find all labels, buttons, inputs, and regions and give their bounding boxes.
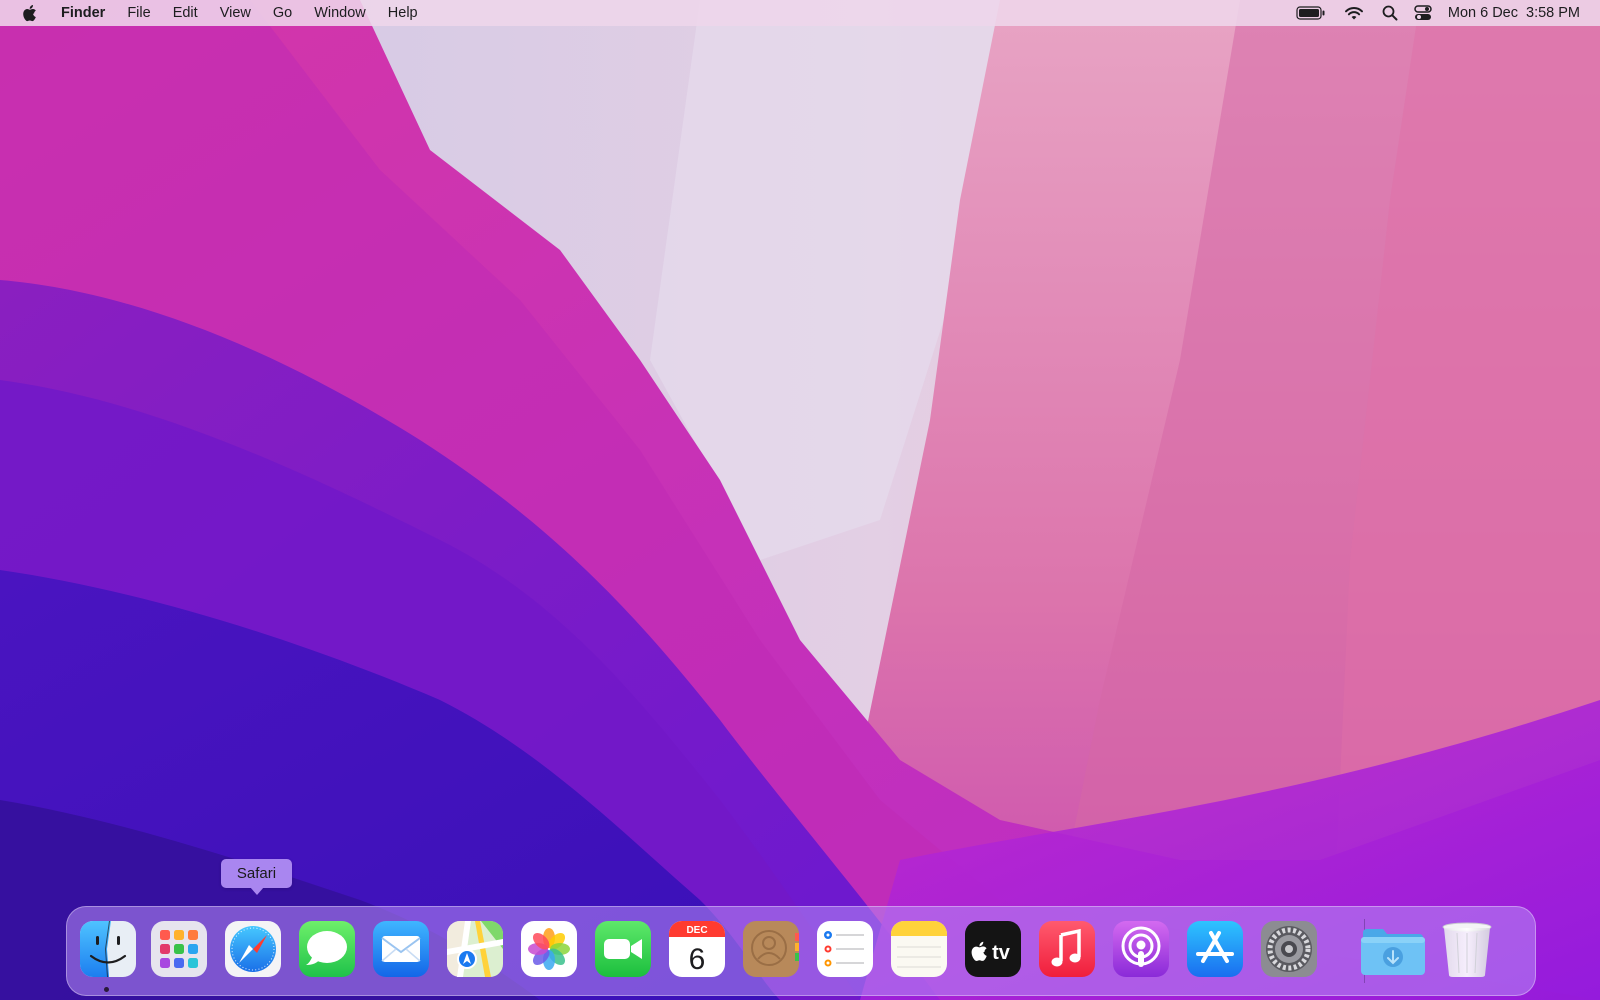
- menu-bar: Finder File Edit View Go Window Help Mon…: [0, 0, 1600, 26]
- dock-item-system-preferences[interactable]: [1259, 919, 1319, 979]
- finder-icon: [80, 921, 136, 977]
- desktop-wallpaper: [0, 0, 1600, 1000]
- menu-window[interactable]: Window: [303, 0, 377, 26]
- app-store-icon: [1187, 921, 1243, 977]
- dock-item-launchpad[interactable]: [149, 919, 209, 979]
- desktop[interactable]: Finder File Edit View Go Window Help Mon…: [0, 0, 1600, 1000]
- messages-icon: [299, 921, 355, 977]
- music-icon: [1039, 921, 1095, 977]
- calendar-month-label: DEC: [686, 925, 707, 936]
- menu-help[interactable]: Help: [377, 0, 429, 26]
- dock-item-maps[interactable]: [445, 919, 505, 979]
- status-area: Mon 6 Dec 3:58 PM: [1294, 0, 1600, 26]
- trash-icon: [1442, 922, 1492, 977]
- menu-bar-clock[interactable]: Mon 6 Dec 3:58 PM: [1448, 5, 1580, 21]
- menu-view[interactable]: View: [209, 0, 262, 26]
- menu-edit[interactable]: Edit: [162, 0, 209, 26]
- maps-icon: [447, 921, 503, 977]
- dock-item-contacts[interactable]: [741, 919, 801, 979]
- clock-time: 3:58 PM: [1526, 5, 1580, 21]
- dock-item-app-store[interactable]: [1185, 919, 1245, 979]
- clock-date: Mon 6 Dec: [1447, 5, 1518, 21]
- downloads-stack: [1357, 919, 1429, 979]
- contacts-icon: [743, 921, 799, 977]
- dock-item-podcasts[interactable]: [1111, 919, 1171, 979]
- downloads-folder-graphic: [1361, 929, 1425, 975]
- dock-item-safari[interactable]: [223, 919, 283, 979]
- dock-item-facetime[interactable]: [593, 919, 653, 979]
- mail-icon: [373, 921, 429, 977]
- apple-logo-icon[interactable]: [21, 4, 37, 22]
- notes-icon: [891, 921, 947, 977]
- dock: DEC 6 tv: [66, 906, 1536, 996]
- apple-tv-icon: tv: [965, 921, 1021, 977]
- dock-item-notes[interactable]: [889, 919, 949, 979]
- launchpad-icon: [151, 921, 207, 977]
- dock-tooltip-arrow: [250, 887, 264, 895]
- dock-tooltip: Safari: [221, 859, 292, 888]
- menu-file[interactable]: File: [116, 0, 161, 26]
- dock-item-reminders[interactable]: [815, 919, 875, 979]
- spotlight-search-icon[interactable]: [1378, 0, 1402, 26]
- apple-tv-label: tv: [992, 942, 1011, 964]
- dock-item-tv[interactable]: tv: [963, 919, 1023, 979]
- system-preferences-icon: [1261, 921, 1317, 977]
- battery-icon[interactable]: [1294, 0, 1328, 26]
- dock-item-messages[interactable]: [297, 919, 357, 979]
- photos-icon: [521, 921, 577, 977]
- dock-item-finder[interactable]: [78, 919, 138, 979]
- control-center-icon[interactable]: [1412, 0, 1434, 26]
- calendar-day-label: 6: [689, 943, 706, 976]
- podcasts-icon: [1113, 921, 1169, 977]
- finder-running-indicator: [104, 987, 109, 992]
- dock-item-music[interactable]: [1037, 919, 1097, 979]
- dock-item-trash[interactable]: [1437, 919, 1497, 979]
- menu-go[interactable]: Go: [262, 0, 303, 26]
- dock-item-mail[interactable]: [371, 919, 431, 979]
- menu-app-name[interactable]: Finder: [50, 0, 116, 26]
- dock-item-photos[interactable]: [519, 919, 579, 979]
- calendar-icon: DEC 6: [669, 921, 725, 977]
- safari-icon: [225, 921, 281, 977]
- facetime-icon: [595, 921, 651, 977]
- dock-item-calendar[interactable]: DEC 6: [667, 919, 727, 979]
- reminders-icon: [817, 921, 873, 977]
- wifi-icon[interactable]: [1342, 0, 1366, 26]
